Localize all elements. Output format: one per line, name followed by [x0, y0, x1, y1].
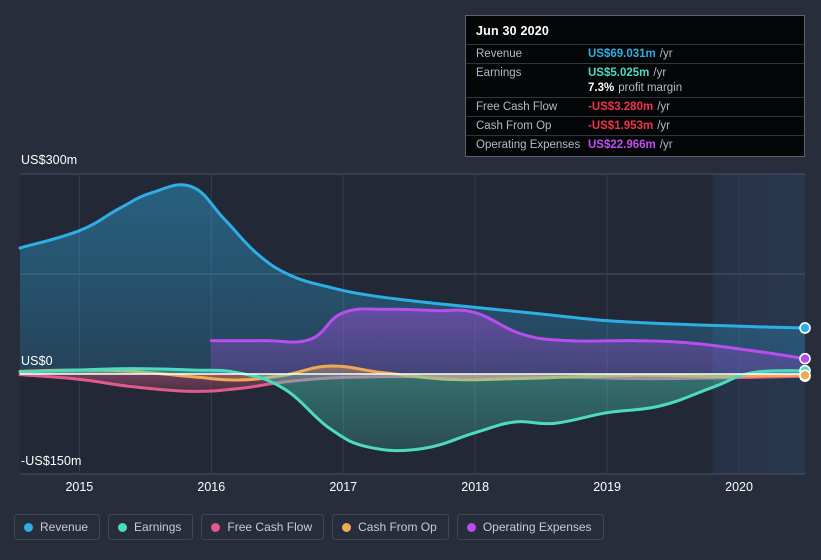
chart-legend: Revenue Earnings Free Cash Flow Cash From O… — [14, 514, 604, 540]
legend-item-label: Free Cash Flow — [227, 520, 313, 534]
tooltip-row-unit: /yr — [659, 139, 673, 151]
tooltip-row-unit: profit margin — [618, 82, 683, 94]
tooltip-row-label: Cash From Op — [476, 120, 552, 132]
tooltip-row: Earnings US$5.025m/yr — [466, 63, 804, 82]
x-axis-tick-2016: 2016 — [197, 480, 226, 494]
tooltip-row-unit: /yr — [653, 67, 667, 79]
tooltip-row: Cash From Op -US$1.953m/yr — [466, 116, 804, 135]
legend-item-label: Revenue — [40, 520, 89, 534]
legend-item-label: Operating Expenses — [482, 520, 592, 534]
tooltip-row-unit: /yr — [657, 101, 670, 113]
legend-item-cash-from-op[interactable]: Cash From Op — [332, 514, 449, 540]
tooltip-date: Jun 30 2020 — [476, 24, 550, 38]
tooltip-row: 7.3% profit margin — [466, 82, 804, 97]
tooltip-row-value: US$69.031m — [588, 48, 656, 60]
tooltip-row-label: Operating Expenses — [476, 139, 581, 151]
tooltip-row-value: US$5.025m — [588, 67, 650, 79]
tooltip-row-label: Earnings — [476, 67, 522, 79]
tooltip-row-value: US$22.966m — [588, 139, 656, 151]
legend-item-operating-expenses[interactable]: Operating Expenses — [456, 514, 604, 540]
legend-item-revenue[interactable]: Revenue — [14, 514, 101, 540]
legend-color-dot-icon — [211, 522, 221, 532]
legend-color-dot-icon — [24, 522, 33, 532]
x-axis-tick-2018: 2018 — [461, 480, 490, 494]
x-axis-tick-2020: 2020 — [725, 480, 753, 494]
legend-item-label: Earnings — [134, 520, 182, 534]
tooltip-row-unit: /yr — [657, 120, 670, 132]
legend-color-dot-icon — [342, 522, 352, 532]
tooltip-row: Free Cash Flow -US$3.280m/yr — [466, 97, 804, 116]
y-axis-label-bottom: -US$150m — [21, 454, 82, 468]
tooltip-row: Operating Expenses US$22.966m/yr — [466, 135, 804, 154]
x-axis-tick-2017: 2017 — [329, 480, 358, 494]
x-axis-tick-2015: 2015 — [65, 480, 94, 494]
x-axis-tick-2019: 2019 — [593, 480, 621, 494]
tooltip-row: Revenue US$69.031m/yr — [466, 44, 804, 63]
tooltip-rows: Revenue US$69.031m/yr Earnings US$5.025m/yr… — [466, 44, 804, 154]
legend-color-dot-icon — [118, 522, 128, 532]
tooltip-row-value: 7.3% — [588, 82, 615, 94]
legend-item-free-cash-flow[interactable]: Free Cash Flow — [201, 514, 325, 540]
tooltip-row-unit: /yr — [659, 48, 673, 60]
legend-item-earnings[interactable]: Earnings — [108, 514, 194, 540]
chart-page: US$300m US$0 -US$150m 2015 2016 2017 2018 20… — [0, 0, 821, 560]
tooltip-row-value: -US$1.953m — [588, 120, 654, 132]
y-axis-label-zero: US$0 — [21, 354, 53, 368]
data-tooltip: Jun 30 2020 Revenue US$69.031m/yr Earnings… — [465, 15, 805, 157]
tooltip-row-label: Free Cash Flow — [476, 101, 558, 113]
legend-color-dot-icon — [466, 522, 476, 532]
tooltip-row-label: Revenue — [476, 48, 523, 60]
tooltip-row-value: -US$3.280m — [588, 101, 654, 113]
y-axis-label-top: US$300m — [21, 153, 78, 167]
legend-item-label: Cash From Op — [358, 520, 437, 534]
